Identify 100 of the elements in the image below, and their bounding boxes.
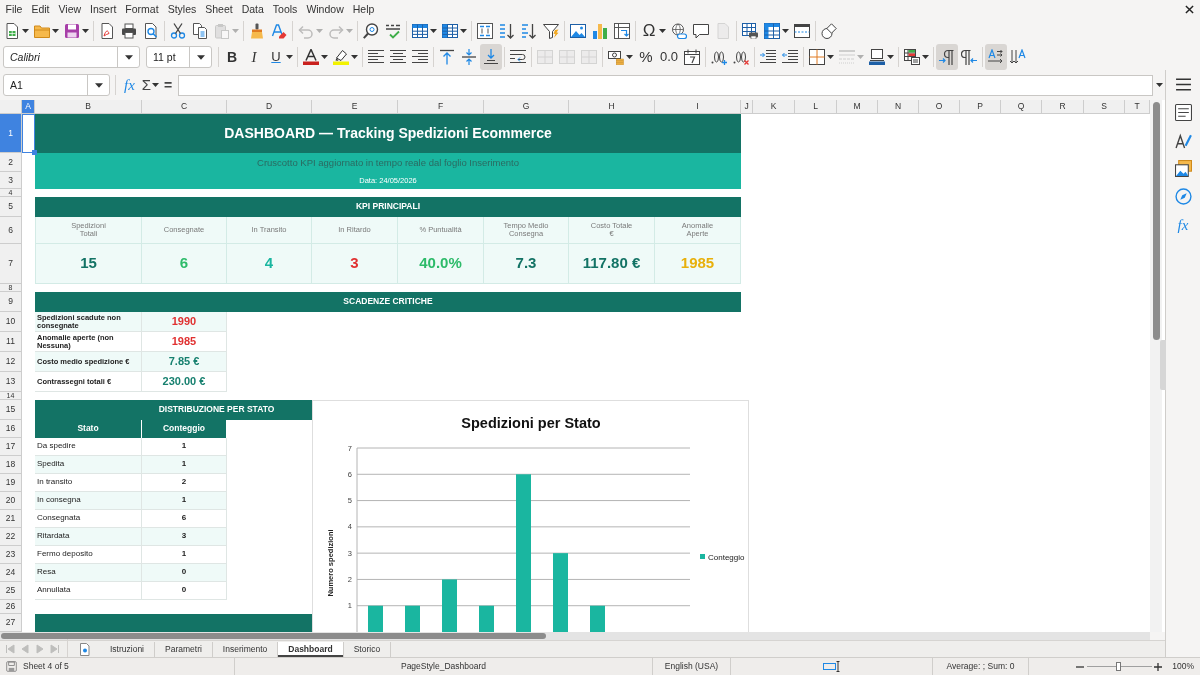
highlighter-icon[interactable]: [333, 49, 349, 65]
rectangle-cursor-icon[interactable]: [823, 661, 840, 672]
table-printer-icon[interactable]: [742, 23, 758, 39]
caret-icon[interactable]: [196, 54, 205, 60]
column-header[interactable]: R: [1042, 100, 1084, 114]
row-header[interactable]: 12: [0, 352, 22, 372]
column-header[interactable]: H: [569, 100, 655, 114]
bold-button[interactable]: B: [224, 48, 240, 66]
decimal-button[interactable]: 0.0: [660, 48, 679, 66]
font-color-icon[interactable]: [303, 49, 319, 65]
page-magnifier-icon[interactable]: [143, 23, 159, 39]
sort-icon[interactable]: [477, 23, 493, 39]
funnel-icon[interactable]: [543, 23, 559, 39]
row-header[interactable]: 27: [0, 614, 22, 632]
column-header[interactable]: F: [398, 100, 484, 114]
zoom-slider-thumb[interactable]: [1116, 662, 1122, 671]
caret-icon[interactable]: [82, 29, 89, 33]
row-header[interactable]: 6: [0, 217, 22, 244]
row-header[interactable]: 1: [0, 114, 22, 153]
row-header[interactable]: 21: [0, 510, 22, 528]
align-bottom-icon[interactable]: [480, 44, 502, 70]
speech-bubble-icon[interactable]: [693, 23, 709, 39]
column-header[interactable]: E: [312, 100, 398, 114]
pilcrow-right-icon[interactable]: [936, 44, 959, 70]
frozen-columns-icon[interactable]: [764, 23, 780, 39]
pen-icon[interactable]: [1174, 132, 1192, 149]
eraser-icon[interactable]: [271, 23, 287, 39]
align-top-icon[interactable]: [439, 49, 455, 65]
row-header[interactable]: 9: [0, 292, 22, 312]
row-header[interactable]: 16: [0, 420, 22, 438]
column-header[interactable]: B: [35, 100, 142, 114]
column-header[interactable]: D: [227, 100, 312, 114]
column-header[interactable]: O: [919, 100, 960, 114]
align-center-icon[interactable]: [390, 49, 406, 65]
caret-icon[interactable]: [351, 55, 358, 59]
row-grid-icon[interactable]: [412, 23, 428, 39]
wrap-text-icon[interactable]: [510, 49, 526, 65]
sheet-tab[interactable]: Storico: [343, 641, 392, 657]
pivot-table-icon[interactable]: [614, 23, 630, 39]
column-header[interactable]: A: [22, 100, 35, 114]
vertical-text-icon[interactable]: [1010, 49, 1027, 65]
scissors-icon[interactable]: [170, 23, 186, 39]
omega-button[interactable]: Ω: [641, 22, 657, 40]
menu-item[interactable]: Tools: [268, 1, 302, 17]
printer-icon[interactable]: [121, 23, 137, 39]
row-header[interactable]: 3: [0, 172, 22, 189]
column-header[interactable]: G: [484, 100, 569, 114]
add-decimal-icon[interactable]: [711, 49, 728, 65]
row-header[interactable]: 17: [0, 438, 22, 456]
magnifier-icon[interactable]: [363, 23, 379, 39]
menu-item[interactable]: Insert: [85, 1, 121, 17]
compass-icon[interactable]: [1174, 188, 1192, 205]
menu-icon[interactable]: [1174, 76, 1192, 93]
caret-icon[interactable]: [152, 83, 160, 87]
name-box[interactable]: A1: [3, 74, 110, 96]
caret-icon[interactable]: [887, 55, 895, 59]
row-header[interactable]: 23: [0, 546, 22, 564]
percent-button[interactable]: %: [638, 48, 654, 66]
column-header[interactable]: J: [741, 100, 753, 114]
row-header[interactable]: 7: [0, 244, 22, 284]
globe-link-icon[interactable]: [671, 23, 687, 39]
caret-icon[interactable]: [52, 29, 59, 33]
row-header[interactable]: 22: [0, 528, 22, 546]
copy-icon[interactable]: [192, 23, 208, 39]
spreadsheet-file-icon[interactable]: [4, 23, 20, 39]
bar-chart-icon[interactable]: [592, 23, 608, 39]
caret-icon[interactable]: [782, 29, 789, 33]
menu-item[interactable]: Format: [120, 1, 164, 17]
shapes-icon[interactable]: [821, 23, 837, 39]
column-header[interactable]: P: [960, 100, 1001, 114]
row-header[interactable]: 10: [0, 312, 22, 332]
pilcrow-left-icon[interactable]: [961, 49, 978, 65]
column-header[interactable]: T: [1125, 100, 1150, 114]
formula-input-field[interactable]: [178, 74, 1153, 96]
sheet-tab[interactable]: Istruzioni: [100, 641, 155, 657]
menu-item[interactable]: Data: [237, 1, 269, 17]
row-header[interactable]: 15: [0, 400, 22, 420]
page-icon[interactable]: [80, 642, 90, 656]
paintbrush-icon[interactable]: [249, 23, 265, 39]
align-middle-icon[interactable]: [461, 49, 477, 65]
pdf-file-icon[interactable]: [99, 23, 115, 39]
remove-decimal-icon[interactable]: [733, 49, 750, 65]
row-header[interactable]: 13: [0, 372, 22, 392]
caret-icon[interactable]: [460, 29, 467, 33]
caret-icon[interactable]: [286, 55, 293, 59]
column-header[interactable]: K: [753, 100, 795, 114]
column-header[interactable]: I: [655, 100, 741, 114]
row-header[interactable]: 18: [0, 456, 22, 474]
pictures-icon[interactable]: [1174, 160, 1192, 177]
column-header[interactable]: L: [795, 100, 837, 114]
close-icon[interactable]: [1185, 4, 1194, 14]
colored-table-icon[interactable]: [904, 49, 921, 65]
scrollbar-thumb[interactable]: [1152, 102, 1160, 340]
row-header[interactable]: 5: [0, 197, 22, 217]
menu-item[interactable]: Help: [348, 1, 379, 17]
menu-item[interactable]: Window: [301, 1, 349, 17]
menu-item[interactable]: Sheet: [200, 1, 238, 17]
caret-icon[interactable]: [22, 29, 29, 33]
caret-icon[interactable]: [827, 55, 835, 59]
row-header[interactable]: 2: [0, 153, 22, 172]
